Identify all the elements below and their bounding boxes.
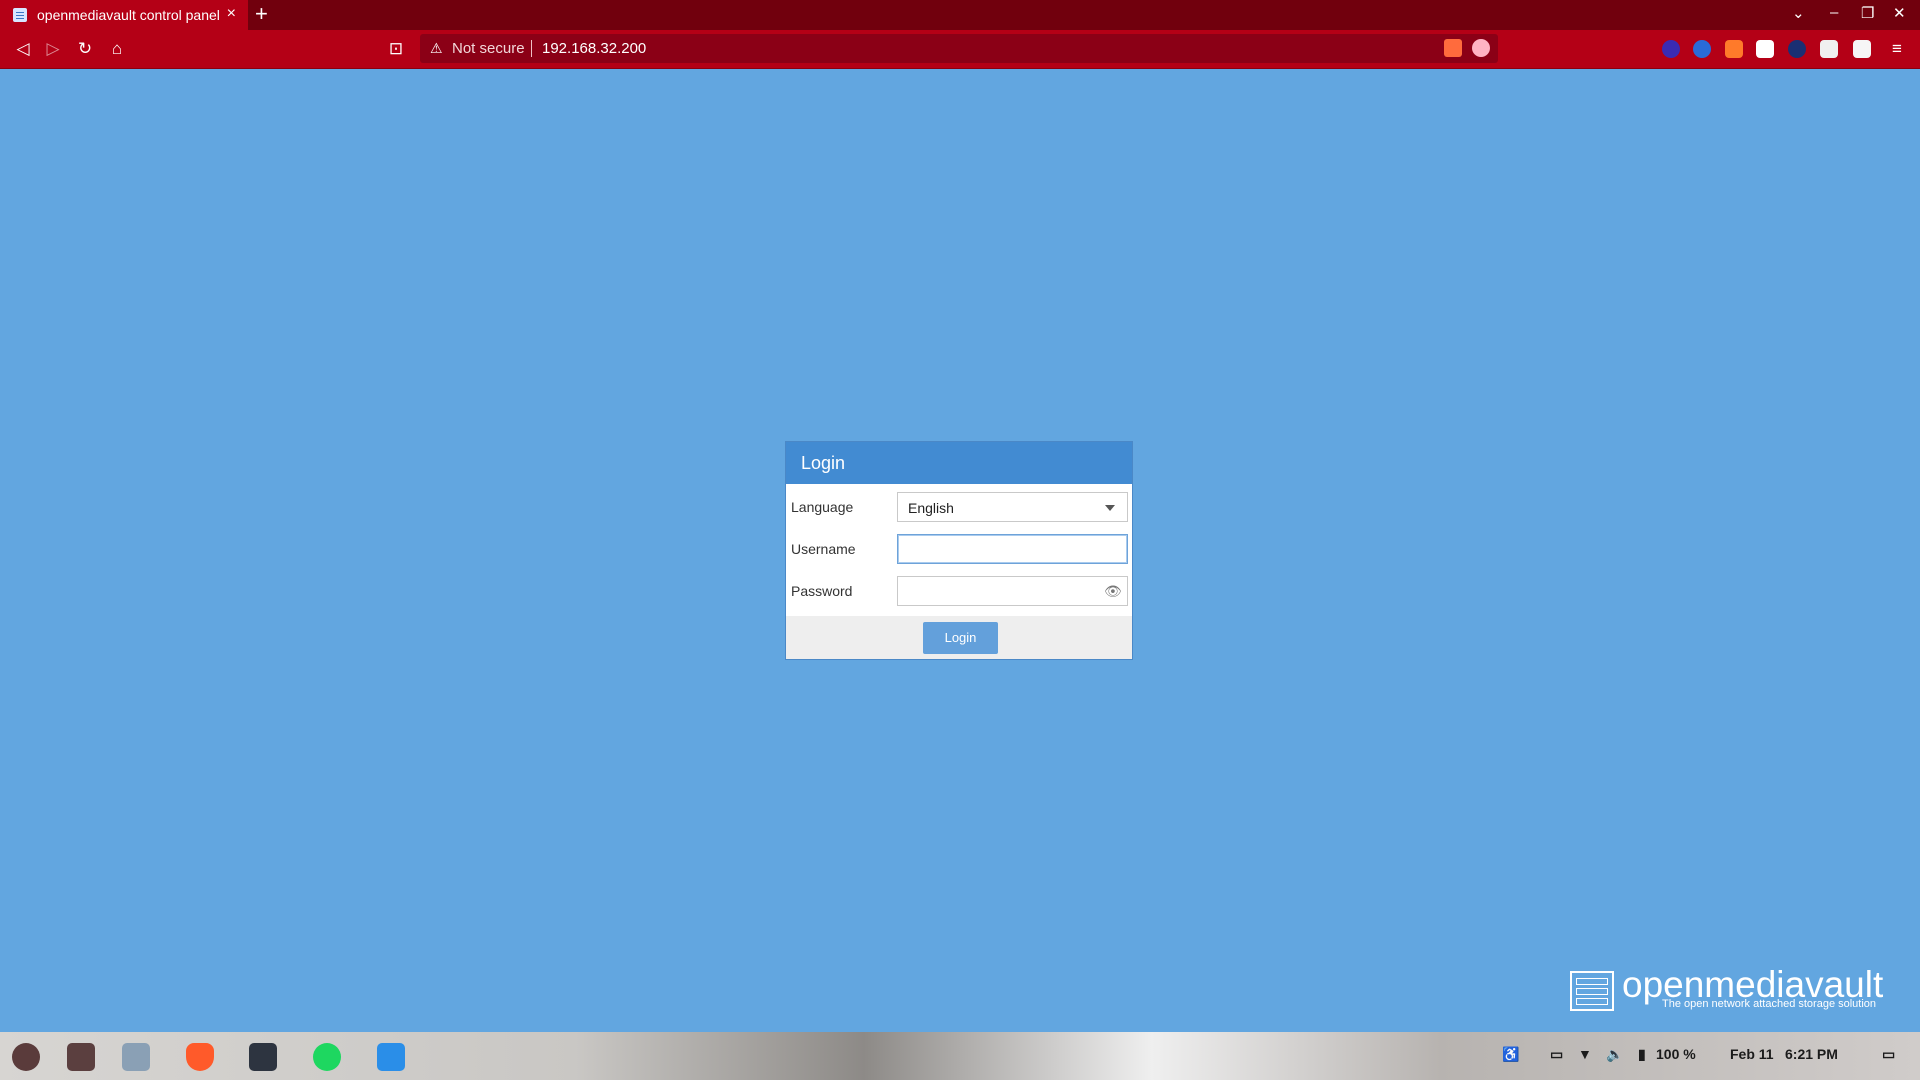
back-icon[interactable]: ◁ xyxy=(12,38,34,60)
openmediavault-logo: openmediavault The open network attached… xyxy=(1570,964,1900,1016)
server-rack-icon xyxy=(1570,971,1614,1011)
volume-icon[interactable]: 🔈 xyxy=(1606,1046,1623,1063)
dialog-footer: Login xyxy=(786,616,1132,659)
navigation-bar: ◁ ▷ ↻ ⌂ ⊡ ⚠ Not secure 192.168.32.200 ≡ xyxy=(0,30,1920,69)
bookmark-icon[interactable]: ⊡ xyxy=(385,38,407,60)
warning-icon: ⚠ xyxy=(430,40,443,56)
brave-icon[interactable] xyxy=(186,1043,214,1071)
language-value: English xyxy=(908,500,954,516)
security-status[interactable]: Not secure xyxy=(452,40,525,57)
url-text[interactable]: 192.168.32.200 xyxy=(542,40,646,57)
password-row: Password 👁 xyxy=(786,574,1132,608)
menu-icon[interactable]: ≡ xyxy=(1886,38,1908,60)
language-row: Language English xyxy=(786,490,1132,524)
reload-icon[interactable]: ↻ xyxy=(74,38,96,60)
username-row: Username xyxy=(786,532,1132,566)
tab-title: openmediavault control panel xyxy=(37,7,220,23)
password-label: Password xyxy=(791,583,853,599)
terminal-icon[interactable] xyxy=(249,1043,277,1071)
extensions-puzzle-icon[interactable] xyxy=(1820,40,1838,58)
eye-icon[interactable]: 👁 xyxy=(1104,583,1122,599)
zorin-menu-icon[interactable] xyxy=(12,1043,40,1071)
battery-icon[interactable]: ▮ xyxy=(1638,1046,1646,1063)
password-input[interactable]: 👁 xyxy=(897,576,1128,606)
battery-percent[interactable]: 100 % xyxy=(1656,1046,1696,1062)
login-dialog: Login Language English Username Password… xyxy=(785,441,1133,660)
forward-icon[interactable]: ▷ xyxy=(42,38,64,60)
taskbar: ♿ ▭ ▼ 🔈 ▮ 100 % Feb 11 6:21 PM ▭ xyxy=(0,1032,1920,1080)
brave-rewards-icon[interactable] xyxy=(1472,39,1490,57)
document-favicon-icon xyxy=(13,8,27,22)
wifi-icon[interactable]: ▼ xyxy=(1578,1046,1592,1062)
display-icon[interactable]: ▭ xyxy=(1550,1046,1563,1063)
brave-shield-icon[interactable] xyxy=(1444,39,1462,57)
accessibility-icon[interactable]: ♿ xyxy=(1502,1046,1519,1063)
notifications-icon[interactable]: ▭ xyxy=(1882,1046,1895,1063)
divider xyxy=(531,40,532,57)
extension-s-icon[interactable] xyxy=(1788,40,1806,58)
wallet-icon[interactable] xyxy=(1853,40,1871,58)
chevron-down-icon[interactable] xyxy=(1105,505,1115,511)
extension-fire-icon[interactable] xyxy=(1725,40,1743,58)
home-icon[interactable]: ⌂ xyxy=(106,38,128,60)
file-manager-icon[interactable] xyxy=(122,1043,150,1071)
extension-image-icon[interactable] xyxy=(1756,40,1774,58)
new-tab-button[interactable]: + xyxy=(255,3,268,25)
tab-close-icon[interactable]: × xyxy=(227,5,236,23)
tab-search-icon[interactable]: ⌄ xyxy=(1792,4,1805,22)
brand-tagline: The open network attached storage soluti… xyxy=(1662,998,1877,1010)
extension-icon[interactable] xyxy=(1662,40,1680,58)
tab-strip: openmediavault control panel × + ⌄ – ❐ ✕ xyxy=(0,0,1920,30)
active-tab[interactable]: openmediavault control panel × xyxy=(0,0,248,30)
minimize-button[interactable]: – xyxy=(1830,4,1838,21)
time[interactable]: 6:21 PM xyxy=(1785,1046,1838,1062)
vscode-icon[interactable] xyxy=(377,1043,405,1071)
language-label: Language xyxy=(791,499,854,515)
username-input[interactable] xyxy=(897,534,1128,564)
spotify-icon[interactable] xyxy=(313,1043,341,1071)
maximize-button[interactable]: ❐ xyxy=(1861,4,1874,22)
username-label: Username xyxy=(791,541,856,557)
files-icon[interactable] xyxy=(67,1043,95,1071)
address-bar[interactable]: ⚠ Not secure 192.168.32.200 xyxy=(420,34,1498,63)
close-window-button[interactable]: ✕ xyxy=(1893,4,1906,22)
login-dialog-title: Login xyxy=(786,442,1132,484)
extension-check-icon[interactable] xyxy=(1693,40,1711,58)
date[interactable]: Feb 11 xyxy=(1730,1046,1774,1062)
login-button[interactable]: Login xyxy=(923,622,998,654)
language-select[interactable]: English xyxy=(897,492,1128,522)
